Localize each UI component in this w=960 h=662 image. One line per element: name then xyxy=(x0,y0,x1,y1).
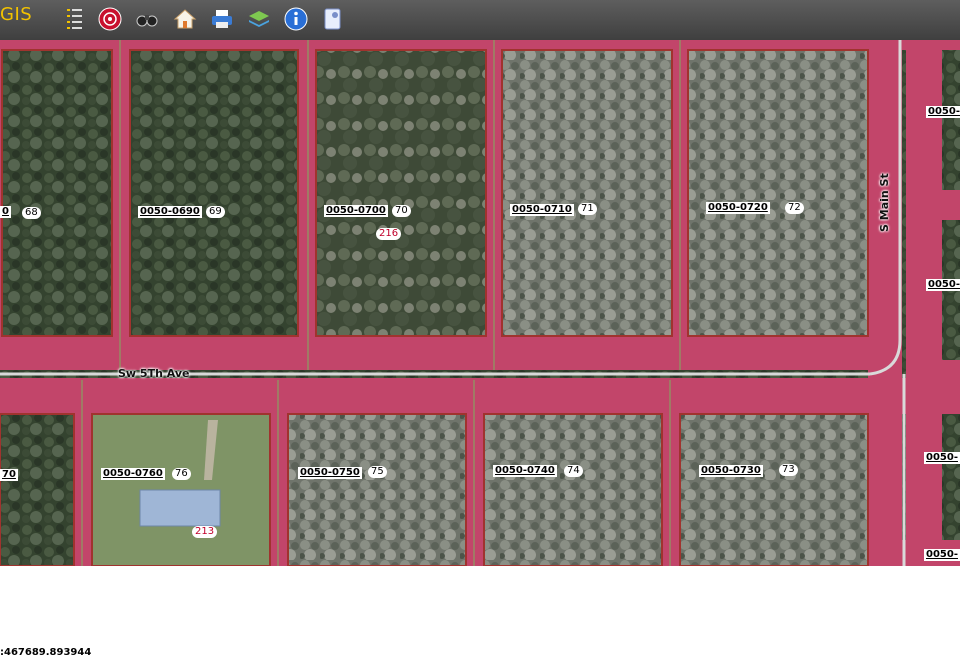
street-label-vertical: S Main St xyxy=(878,173,891,232)
parcel-id[interactable]: 0050-0710 xyxy=(510,204,574,216)
target-icon xyxy=(98,7,122,31)
layers-list-button[interactable] xyxy=(62,7,86,31)
layers-stack-icon xyxy=(249,11,269,27)
lot-number: 75 xyxy=(368,466,387,478)
parcel-id[interactable]: 0050- xyxy=(926,106,960,118)
parcel-id[interactable]: 0 xyxy=(0,206,11,218)
toolbar: GIS xyxy=(0,0,960,41)
lot-number: 76 xyxy=(172,468,191,480)
parcel-id[interactable]: 0050-0690 xyxy=(138,206,202,218)
parcel-id[interactable]: 0050-0700 xyxy=(324,205,388,217)
lot-number: 71 xyxy=(578,203,597,215)
street-label-horizontal: Sw 5Th Ave xyxy=(118,367,190,380)
lot-number: 69 xyxy=(206,206,225,218)
aerial-basemap xyxy=(0,40,960,566)
parcel-id[interactable]: 0050-0730 xyxy=(699,465,763,477)
info-icon xyxy=(284,7,308,31)
document-icon xyxy=(324,8,341,30)
parcel-id[interactable]: 0050-0720 xyxy=(706,202,770,214)
binoculars-button[interactable] xyxy=(135,7,159,31)
printer-icon xyxy=(212,10,232,28)
home-icon xyxy=(173,9,197,29)
layers-button[interactable] xyxy=(247,7,271,31)
document-button[interactable] xyxy=(321,7,345,31)
info-button[interactable] xyxy=(284,7,308,31)
parcel-id[interactable]: 70 xyxy=(0,469,18,481)
address-number: 213 xyxy=(192,526,218,538)
target-button[interactable] xyxy=(98,7,122,31)
address-number: 216 xyxy=(376,228,402,240)
house-footprint xyxy=(139,489,221,527)
lot-number: 68 xyxy=(22,207,41,219)
map-view[interactable]: Sw 5Th Ave S Main St 0 68 0050-0690 69 0… xyxy=(0,40,960,566)
parcel-id[interactable]: 0050-0740 xyxy=(493,465,557,477)
print-button[interactable] xyxy=(210,7,234,31)
app-logo: GIS xyxy=(0,4,33,25)
binoculars-icon xyxy=(136,15,158,27)
parcel-id[interactable]: 0050- xyxy=(924,549,960,561)
coordinate-readout: :467689.893944 xyxy=(0,647,92,658)
lot-number: 72 xyxy=(785,202,804,214)
lot-number: 74 xyxy=(564,465,583,477)
parcel-id[interactable]: 0050-0760 xyxy=(101,468,165,480)
parcel-id[interactable]: 0050- xyxy=(926,279,960,291)
parcel-id[interactable]: 0050- xyxy=(924,452,960,464)
home-button[interactable] xyxy=(173,7,197,31)
lot-number: 70 xyxy=(392,205,411,217)
lot-number: 73 xyxy=(779,464,798,476)
layers-list-icon xyxy=(67,9,82,29)
parcel-id[interactable]: 0050-0750 xyxy=(298,467,362,479)
